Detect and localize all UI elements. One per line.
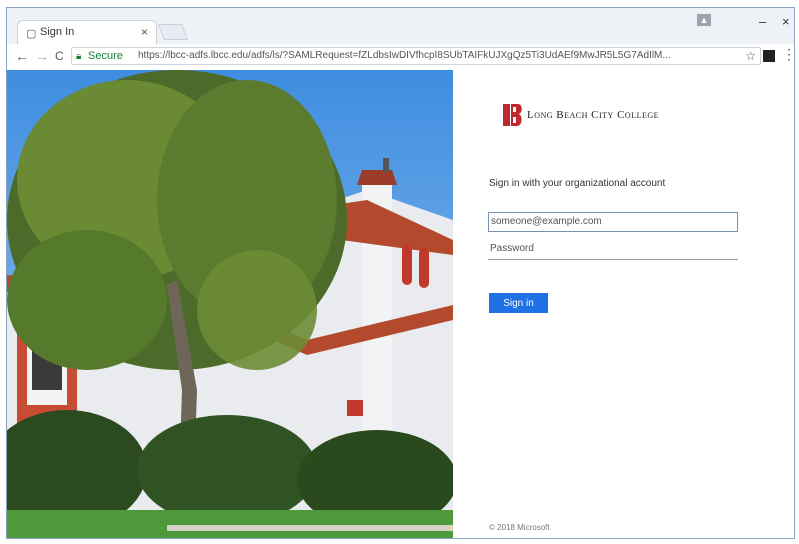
back-button[interactable]: ←	[15, 48, 29, 64]
minimize-button[interactable]: –	[759, 14, 766, 29]
close-window-button[interactable]: ×	[782, 14, 790, 29]
sign-in-button[interactable]: Sign in	[489, 293, 548, 313]
title-bar: ▢ Sign In × ▲ – ×	[7, 8, 794, 44]
browser-menu-icon[interactable]: ⋮	[782, 46, 794, 63]
new-tab-button[interactable]	[158, 24, 188, 40]
secure-label: Secure	[88, 50, 123, 62]
username-input[interactable]: someone@example.com	[488, 212, 738, 232]
page-icon: ▢	[26, 28, 37, 40]
college-name: Long Beach City College	[527, 109, 660, 121]
forward-button[interactable]: →	[35, 48, 49, 64]
tab-title: Sign In	[40, 26, 75, 38]
copyright-footer: © 2018 Microsoft	[489, 523, 550, 532]
browser-window: ▢ Sign In × ▲ – × ← → C 🔒︎ Secure https:…	[6, 7, 795, 539]
lock-icon: 🔒︎	[76, 51, 82, 62]
user-profile-icon[interactable]: ▲	[697, 14, 711, 26]
password-input[interactable]: Password	[488, 240, 738, 260]
bookmark-star-icon[interactable]: ☆	[745, 49, 756, 63]
browser-toolbar: ← → C 🔒︎ Secure https://lbcc-adfs.lbcc.e…	[7, 44, 794, 71]
tab-close-icon[interactable]: ×	[141, 25, 148, 39]
address-bar[interactable]: 🔒︎ Secure https://lbcc-adfs.lbcc.edu/adf…	[71, 47, 761, 65]
campus-photo	[7, 70, 453, 538]
sign-in-panel: Long Beach City College Sign in with you…	[453, 70, 794, 538]
reload-button[interactable]: C	[55, 49, 64, 63]
url-text[interactable]: https://lbcc-adfs.lbcc.edu/adfs/ls/?SAML…	[138, 50, 738, 61]
extension-icon[interactable]	[763, 50, 775, 62]
lbcc-logo-icon	[503, 104, 522, 126]
browser-tab[interactable]: ▢ Sign In ×	[17, 20, 157, 44]
campus-photo-illustration	[7, 70, 453, 538]
sign-in-prompt: Sign in with your organizational account	[489, 178, 666, 189]
